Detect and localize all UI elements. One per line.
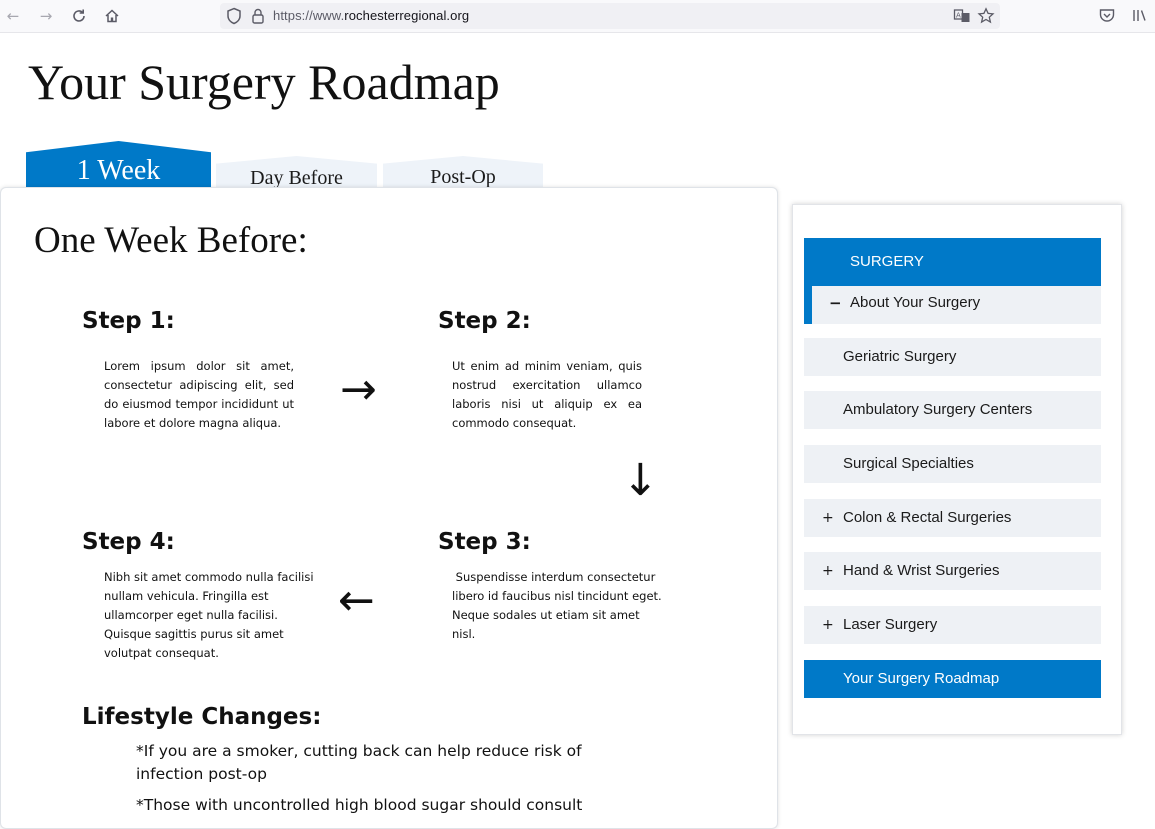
lock-icon[interactable]: [250, 7, 266, 30]
sidebar-item-label: Hand & Wrist Surgeries: [843, 562, 1000, 579]
back-icon[interactable]: ←: [3, 6, 23, 26]
step-4-text: Nibh sit amet commodo nulla facilisi nul…: [104, 570, 314, 660]
sidebar-item-label: Geriatric Surgery: [843, 348, 957, 365]
lifestyle-item: *If you are a smoker, cutting back can h…: [136, 742, 582, 783]
sidebar-item-your-surgery-roadmap[interactable]: Your Surgery Roadmap: [804, 660, 1101, 698]
active-indicator: [804, 286, 812, 324]
home-icon[interactable]: [102, 6, 122, 26]
shield-icon[interactable]: [226, 7, 242, 30]
svg-text:A: A: [956, 12, 961, 20]
tab-1-week[interactable]: 1 Week: [26, 141, 211, 188]
url-prefix: https://www.: [273, 8, 345, 23]
lifestyle-item: *Those with uncontrolled high blood suga…: [136, 796, 583, 814]
sidebar-item-label: Surgical Specialties: [843, 455, 974, 472]
sidebar-header-label: SURGERY: [850, 253, 924, 270]
tab-day-before[interactable]: Day Before: [216, 156, 377, 188]
tab-post-op[interactable]: Post-Op: [383, 156, 543, 188]
lifestyle-heading: Lifestyle Changes:: [82, 704, 322, 730]
sidebar-header-surgery[interactable]: SURGERY: [804, 238, 1101, 286]
content-panel: [0, 187, 778, 829]
reload-icon[interactable]: [69, 6, 89, 26]
sidebar-item-label: About Your Surgery: [850, 294, 981, 311]
section-title: One Week Before:: [34, 220, 308, 261]
sidebar-item-geriatric-surgery[interactable]: Geriatric Surgery: [804, 338, 1101, 376]
forward-icon[interactable]: →: [36, 6, 56, 26]
tab-label: Day Before: [250, 167, 343, 189]
library-icon[interactable]: [1131, 6, 1149, 30]
tab-label: 1 Week: [76, 155, 161, 186]
collapse-icon[interactable]: −: [829, 286, 842, 320]
step-2-heading: Step 2:: [438, 308, 531, 334]
browser-toolbar: ← → https://www.rochesterregional.org A: [0, 0, 1155, 33]
expand-icon[interactable]: +: [822, 552, 834, 590]
pocket-icon[interactable]: [1098, 6, 1116, 30]
url-host: rochesterregional.org: [344, 8, 470, 23]
sidebar-item-label: Your Surgery Roadmap: [843, 670, 1000, 687]
step-2-text: Ut enim ad minim veniam, quis nostrud ex…: [452, 359, 642, 430]
step-4-heading: Step 4:: [82, 529, 175, 555]
sidebar-item-about-your-surgery[interactable]: − About Your Surgery: [804, 286, 1101, 324]
tab-label: Post-Op: [430, 166, 496, 188]
sidebar-item-colon-rectal-surgeries[interactable]: + Colon & Rectal Surgeries: [804, 499, 1101, 537]
sidebar-item-hand-wrist-surgeries[interactable]: + Hand & Wrist Surgeries: [804, 552, 1101, 590]
step-3-text: Suspendisse interdum consectetur libero …: [452, 570, 666, 641]
sidebar-item-ambulatory-surgery-centers[interactable]: Ambulatory Surgery Centers: [804, 391, 1101, 429]
translate-icon[interactable]: A: [953, 7, 971, 30]
expand-icon[interactable]: +: [822, 606, 834, 644]
sidebar-item-laser-surgery[interactable]: + Laser Surgery: [804, 606, 1101, 644]
arrow-right-icon: →: [340, 364, 377, 415]
step-1-heading: Step 1:: [82, 308, 175, 334]
sidebar-item-label: Colon & Rectal Surgeries: [843, 509, 1012, 526]
page-title: Your Surgery Roadmap: [28, 54, 500, 110]
step-1-text: Lorem ipsum dolor sit amet, consectetur …: [104, 359, 294, 430]
url-text: https://www.rochesterregional.org: [273, 7, 469, 25]
sidebar-item-label: Ambulatory Surgery Centers: [843, 401, 1033, 418]
sidebar-item-surgical-specialties[interactable]: Surgical Specialties: [804, 445, 1101, 483]
arrow-down-icon: ↓: [622, 455, 659, 506]
star-icon[interactable]: [977, 7, 995, 30]
address-bar[interactable]: https://www.rochesterregional.org A: [220, 3, 1000, 29]
sidebar-item-label: Laser Surgery: [843, 616, 938, 633]
arrow-left-icon: ←: [338, 575, 375, 626]
expand-icon[interactable]: +: [822, 499, 834, 537]
step-3-heading: Step 3:: [438, 529, 531, 555]
